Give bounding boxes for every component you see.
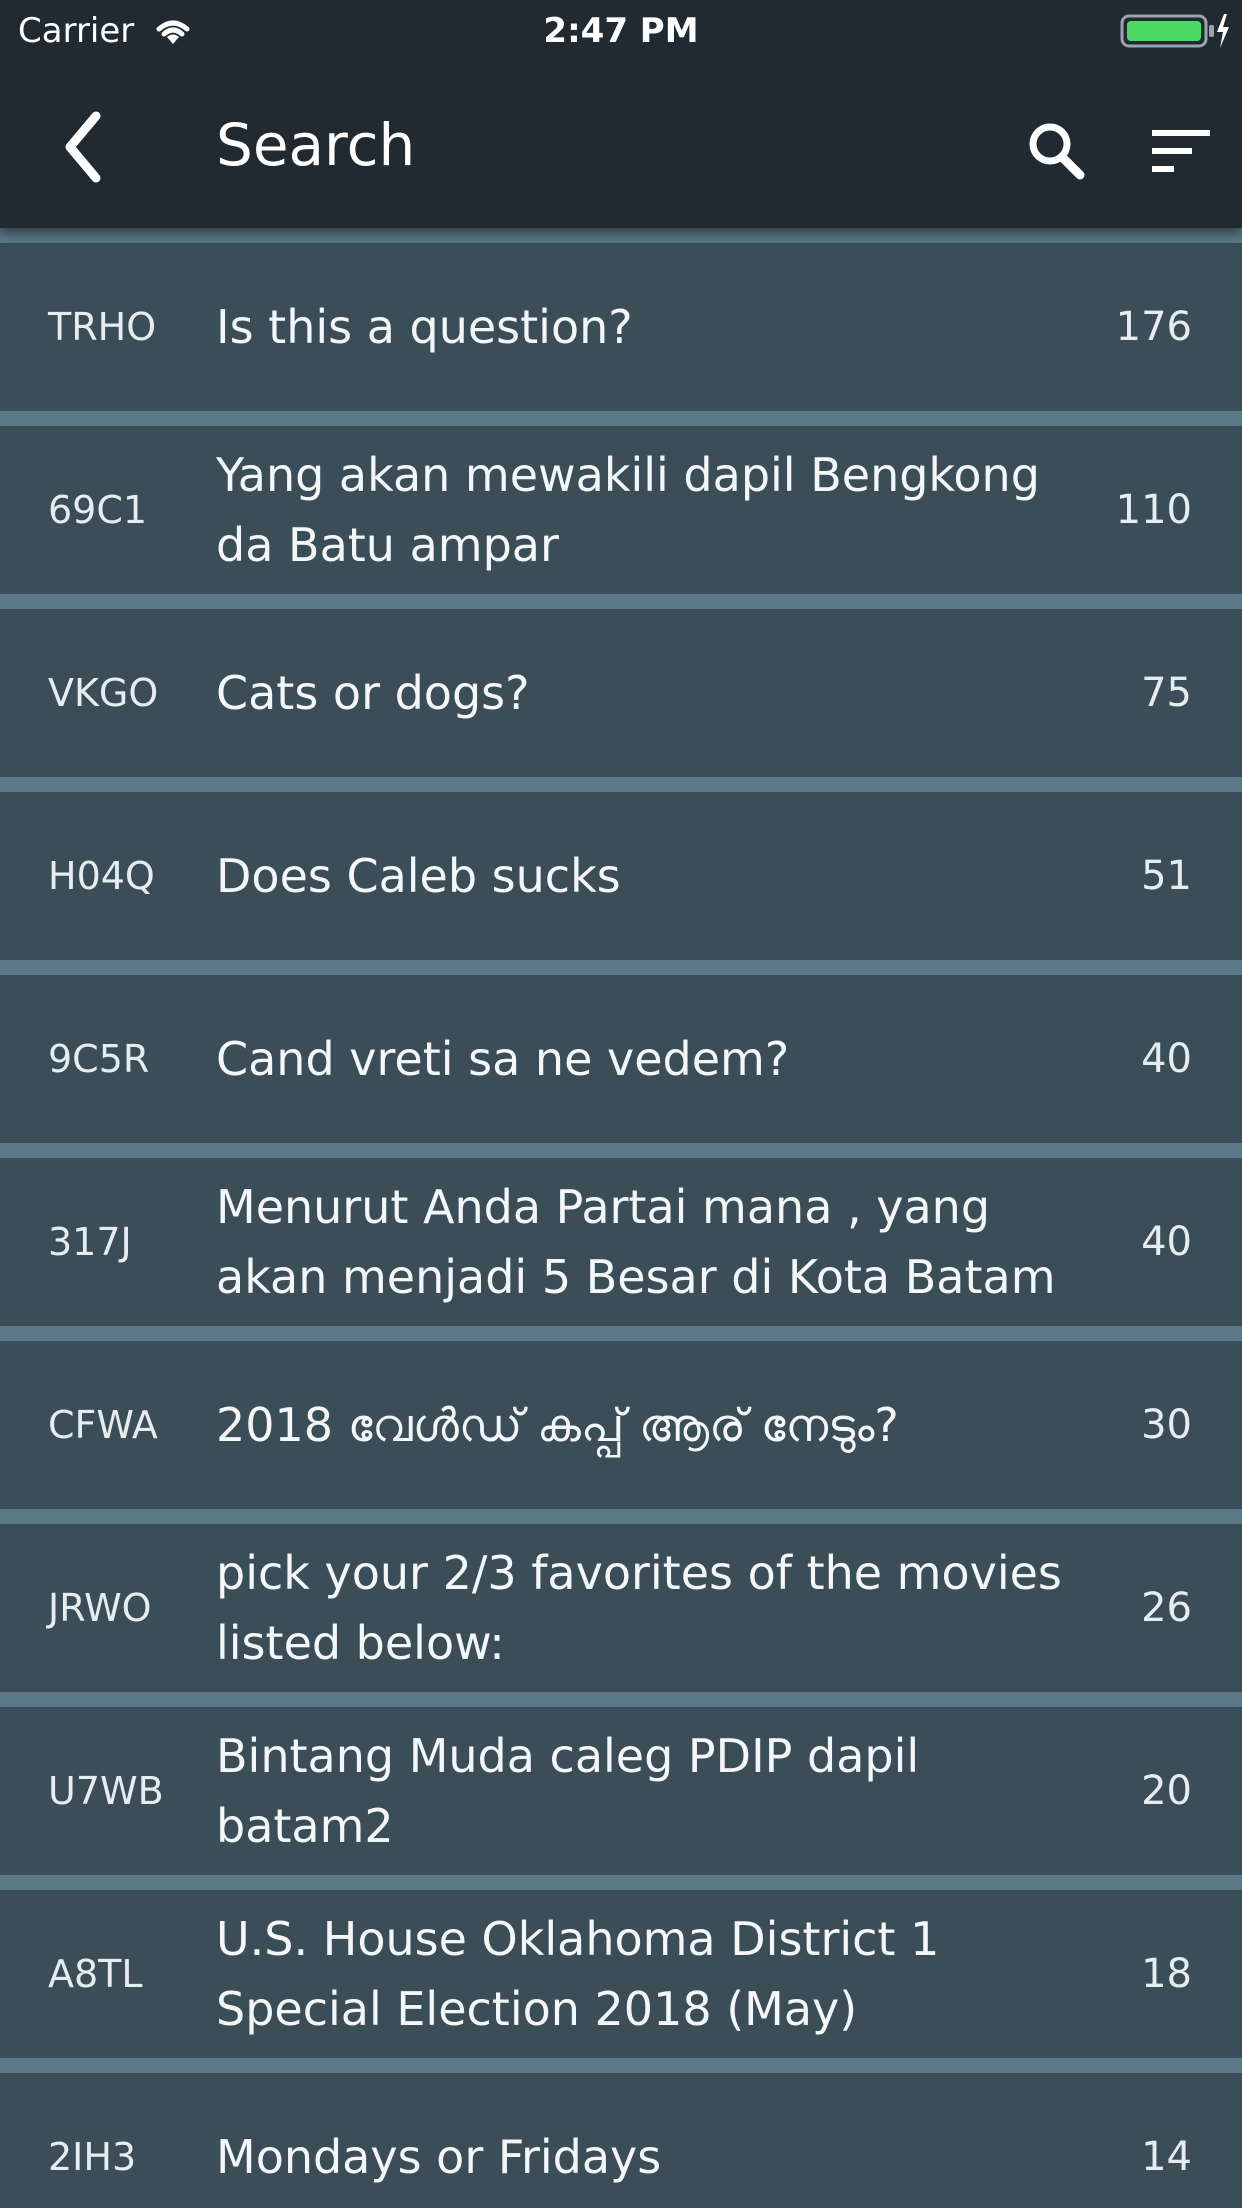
poll-vote-count: 14 — [1141, 2134, 1192, 2180]
poll-question: U.S. House Oklahoma District 1 Special E… — [216, 1912, 940, 2036]
poll-list: TRHO Is this a question? 176 69C1 Yang akan … — [0, 228, 1242, 2208]
poll-row[interactable]: H04Q Does Caleb sucks 51 — [0, 792, 1242, 960]
poll-code: JRWO — [48, 1586, 152, 1630]
poll-question: Does Caleb sucks — [216, 849, 621, 903]
poll-vote-count: 75 — [1141, 670, 1192, 716]
poll-vote-count: 51 — [1141, 853, 1192, 899]
poll-question: Bintang Muda caleg PDIP dapil batam2 — [216, 1729, 920, 1853]
poll-code: A8TL — [48, 1952, 143, 1996]
search-icon — [1029, 123, 1085, 180]
back-button[interactable] — [40, 102, 130, 192]
status-clock: 2:47 PM — [543, 11, 699, 51]
poll-question: Yang akan mewakili dapil Bengkong da Bat… — [216, 448, 1040, 572]
poll-vote-count: 40 — [1141, 1219, 1192, 1265]
poll-row[interactable]: 317J Menurut Anda Partai mana , yang akan… — [0, 1158, 1242, 1326]
poll-code: H04Q — [48, 854, 155, 898]
poll-row[interactable]: 69C1 Yang akan mewakili dapil Bengkong da… — [0, 426, 1242, 594]
poll-row[interactable]: U7WB Bintang Muda caleg PDIP dapil batam2… — [0, 1707, 1242, 1875]
poll-row[interactable]: 2IH3 Mondays or Fridays 14 — [0, 2073, 1242, 2208]
poll-row[interactable]: TRHO Is this a question? 176 — [0, 243, 1242, 411]
poll-vote-count: 26 — [1141, 1585, 1192, 1631]
poll-row[interactable]: CFWA 2018 വേൾഡ് കപ്പ് ആര് നേടും? 30 — [0, 1341, 1242, 1509]
poll-code: 2IH3 — [48, 2135, 137, 2179]
chevron-left-icon — [65, 111, 101, 183]
poll-vote-count: 18 — [1141, 1951, 1192, 1997]
poll-question: Is this a question? — [216, 300, 633, 354]
poll-question: Cand vreti sa ne vedem? — [216, 1032, 790, 1086]
poll-question: pick your 2/3 favorites of the movies li… — [216, 1546, 1062, 1670]
nav-bar: Search — [0, 62, 1242, 228]
poll-row[interactable]: JRWO pick your 2/3 favorites of the movie… — [0, 1524, 1242, 1692]
poll-row[interactable]: 9C5R Cand vreti sa ne vedem? 40 — [0, 975, 1242, 1143]
poll-question: 2018 വേൾഡ് കപ്പ് ആര് നേടും? — [216, 1398, 899, 1452]
poll-vote-count: 176 — [1115, 304, 1192, 350]
search-button[interactable] — [1010, 106, 1100, 196]
poll-row[interactable]: VKGO Cats or dogs? 75 — [0, 609, 1242, 777]
poll-code: CFWA — [48, 1403, 158, 1447]
poll-question: Mondays or Fridays — [216, 2130, 662, 2184]
page-title: Search — [216, 111, 416, 179]
sort-icon — [1152, 130, 1210, 172]
battery-icon — [1120, 14, 1229, 48]
sort-button[interactable] — [1140, 106, 1230, 196]
poll-code: 9C5R — [48, 1037, 150, 1081]
poll-vote-count: 40 — [1141, 1036, 1192, 1082]
poll-code: VKGO — [48, 671, 159, 715]
status-bar: Carrier 2:47 PM — [0, 0, 1242, 62]
poll-code: TRHO — [48, 305, 157, 349]
poll-vote-count: 30 — [1141, 1402, 1192, 1448]
poll-question: Cats or dogs? — [216, 666, 530, 720]
poll-code: 317J — [48, 1220, 132, 1264]
poll-row[interactable]: A8TL U.S. House Oklahoma District 1 Speci… — [0, 1890, 1242, 2058]
poll-vote-count: 110 — [1115, 487, 1192, 533]
poll-code: U7WB — [48, 1769, 164, 1813]
poll-vote-count: 20 — [1141, 1768, 1192, 1814]
poll-question: Menurut Anda Partai mana , yang akan men… — [216, 1180, 1056, 1304]
app-header: Carrier 2:47 PM Search — [0, 0, 1242, 228]
poll-code: 69C1 — [48, 488, 148, 532]
